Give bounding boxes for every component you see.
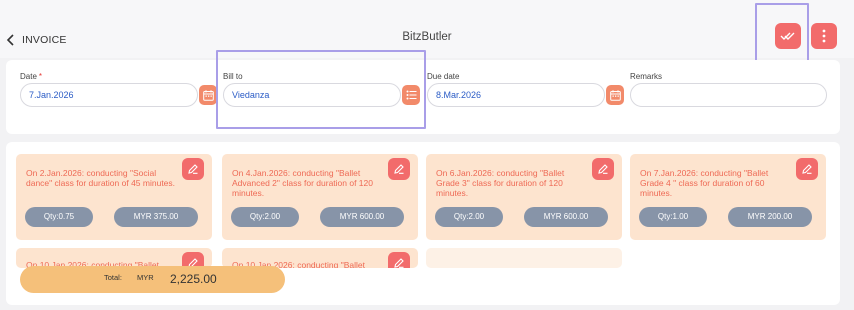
invoice-item-card[interactable]: On 10.Jan.2026: conducting "Ballet bbox=[16, 248, 212, 268]
required-mark: * bbox=[38, 72, 43, 81]
due-date-field: Due date bbox=[427, 72, 459, 81]
edit-item-button[interactable] bbox=[388, 158, 410, 180]
item-description: On 2.Jan.2026: conducting "Social dance"… bbox=[26, 168, 176, 188]
date-input[interactable]: 7.Jan.2026 bbox=[20, 83, 198, 107]
invoice-item-card[interactable]: On 2.Jan.2026: conducting "Social dance"… bbox=[16, 154, 212, 240]
edit-item-button[interactable] bbox=[796, 158, 818, 180]
pencil-icon bbox=[394, 164, 404, 174]
top-bar: INVOICE BitzButler bbox=[0, 0, 854, 58]
date-label: Date bbox=[20, 72, 37, 81]
total-bar: Total: MYR 2,225.00 bbox=[20, 266, 285, 293]
invoice-item-card[interactable]: On 10.Jan.2026: conducting "Ballet bbox=[222, 248, 418, 268]
due-date-label: Due date bbox=[427, 72, 460, 81]
pencil-icon bbox=[188, 164, 198, 174]
edit-item-button[interactable] bbox=[592, 158, 614, 180]
item-quantity: Qty:2.00 bbox=[231, 207, 299, 227]
item-description: On 4.Jan.2026: conducting "Ballet Advanc… bbox=[232, 168, 373, 198]
invoice-item-card-placeholder bbox=[426, 248, 622, 268]
calendar-icon bbox=[202, 89, 214, 101]
total-amount: 2,225.00 bbox=[170, 272, 217, 286]
item-quantity: Qty:2.00 bbox=[435, 207, 503, 227]
item-quantity: Qty:1.00 bbox=[639, 207, 707, 227]
date-field: Date * bbox=[20, 72, 42, 81]
pencil-icon bbox=[802, 164, 812, 174]
item-amount: MYR 200.00 bbox=[728, 207, 812, 227]
kebab-menu-icon bbox=[822, 29, 826, 43]
edit-item-button[interactable] bbox=[388, 252, 410, 268]
invoice-item-card[interactable]: On 6.Jan.2026: conducting "Ballet Grade … bbox=[426, 154, 622, 240]
remarks-field: Remarks bbox=[630, 72, 662, 81]
due-date-picker-button[interactable] bbox=[606, 85, 624, 105]
total-label: Total: bbox=[104, 273, 122, 282]
item-quantity: Qty:0.75 bbox=[25, 207, 93, 227]
more-options-button[interactable] bbox=[811, 23, 837, 49]
total-currency: MYR bbox=[137, 273, 154, 282]
due-date-input[interactable]: 8.Mar.2026 bbox=[427, 83, 605, 107]
app-title: BitzButler bbox=[402, 31, 452, 43]
item-amount: MYR 600.00 bbox=[524, 207, 608, 227]
highlight-bill-to bbox=[216, 50, 426, 129]
item-description: On 6.Jan.2026: conducting "Ballet Grade … bbox=[436, 168, 565, 198]
pencil-icon bbox=[598, 164, 608, 174]
date-picker-button[interactable] bbox=[199, 85, 217, 105]
calendar-icon bbox=[609, 89, 621, 101]
invoice-item-card[interactable]: On 4.Jan.2026: conducting "Ballet Advanc… bbox=[222, 154, 418, 240]
remarks-label: Remarks bbox=[630, 72, 663, 81]
item-amount: MYR 375.00 bbox=[114, 207, 198, 227]
highlight-approve-button bbox=[755, 3, 809, 64]
invoice-item-card[interactable]: On 7.Jan.2026: conducting "Ballet Grade … bbox=[630, 154, 826, 240]
item-amount: MYR 600.00 bbox=[320, 207, 404, 227]
remarks-input[interactable] bbox=[630, 83, 827, 107]
pencil-icon bbox=[394, 258, 404, 268]
edit-item-button[interactable] bbox=[182, 158, 204, 180]
item-description: On 7.Jan.2026: conducting "Ballet Grade … bbox=[640, 168, 769, 198]
